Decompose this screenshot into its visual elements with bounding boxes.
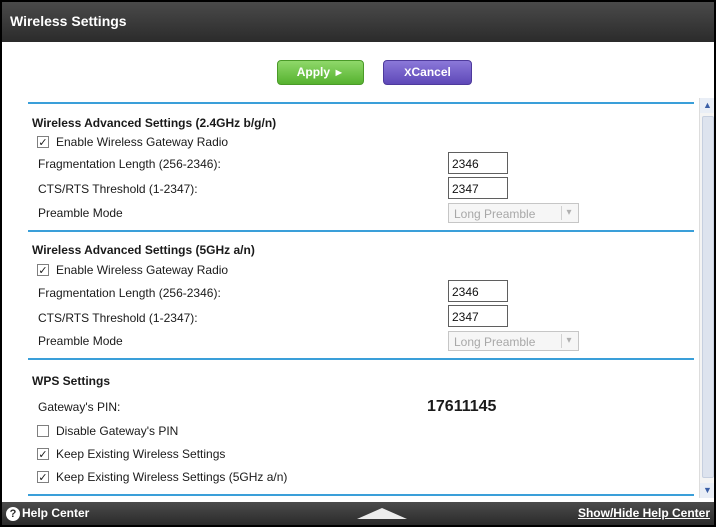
disable-pin-checkbox[interactable]: [37, 425, 49, 437]
cts-threshold-input-2g[interactable]: 2347: [448, 177, 508, 199]
gateway-pin-label: Gateway's PIN:: [38, 400, 121, 414]
cancel-button[interactable]: XCancel: [383, 60, 472, 85]
apply-button[interactable]: Apply ►: [277, 60, 364, 85]
frag-length-input-2g[interactable]: 2346: [448, 152, 508, 174]
section-title-wps: WPS Settings: [32, 374, 111, 388]
cts-threshold-label-2g: CTS/RTS Threshold (1-2347):: [38, 182, 198, 196]
show-hide-help-center-link[interactable]: Show/Hide Help Center: [578, 506, 710, 520]
help-center-link[interactable]: ? Help Center: [6, 506, 89, 521]
vertical-scrollbar[interactable]: ▲ ▼: [699, 98, 714, 498]
frag-length-label-2g: Fragmentation Length (256-2346):: [38, 157, 221, 171]
enable-radio-label-2g: Enable Wireless Gateway Radio: [56, 135, 229, 149]
enable-radio-checkbox-2g[interactable]: ✓: [37, 136, 49, 149]
section-divider: [28, 230, 694, 232]
keep-existing-checkbox[interactable]: ✓: [37, 448, 49, 461]
title-bar: Wireless Settings: [2, 2, 714, 42]
preamble-select-5g[interactable]: Long Preamble ▾: [448, 331, 579, 351]
keep-existing-5g-checkbox[interactable]: ✓: [37, 471, 49, 484]
frag-length-input-5g[interactable]: 2346: [448, 280, 508, 302]
page-title: Wireless Settings: [10, 13, 127, 29]
preamble-label-2g: Preamble Mode: [38, 206, 123, 220]
help-circle-icon: ?: [6, 507, 20, 521]
wireless-settings-window: Wireless Settings Apply ► XCancel Wirele…: [0, 0, 716, 527]
cts-threshold-input-5g[interactable]: 2347: [448, 305, 508, 327]
keep-existing-5g-label: Keep Existing Wireless Settings (5GHz a/…: [56, 470, 288, 484]
scroll-down-icon[interactable]: ▼: [700, 483, 714, 498]
preamble-label-5g: Preamble Mode: [38, 334, 123, 348]
enable-radio-checkbox-5g[interactable]: ✓: [37, 264, 49, 277]
chevron-down-icon: ▾: [561, 206, 576, 220]
action-bar: Apply ► XCancel: [2, 50, 714, 90]
section-divider: [28, 102, 694, 104]
cts-threshold-label-5g: CTS/RTS Threshold (1-2347):: [38, 311, 198, 325]
section-divider: [28, 494, 694, 496]
keep-existing-label: Keep Existing Wireless Settings: [56, 447, 226, 461]
scroll-up-icon[interactable]: ▲: [700, 98, 714, 113]
chevron-down-icon: ▾: [561, 334, 576, 348]
settings-panel: Wireless Advanced Settings (2.4GHz b/g/n…: [2, 98, 698, 498]
section-title-2g: Wireless Advanced Settings (2.4GHz b/g/n…: [32, 116, 277, 130]
preamble-select-2g[interactable]: Long Preamble ▾: [448, 203, 579, 223]
section-divider: [28, 358, 694, 360]
collapse-triangle-icon[interactable]: [357, 508, 407, 519]
section-title-5g: Wireless Advanced Settings (5GHz a/n): [32, 243, 255, 257]
gateway-pin-value: 17611145: [427, 398, 497, 415]
disable-pin-label: Disable Gateway's PIN: [56, 424, 179, 438]
arrow-right-icon: ►: [333, 67, 345, 79]
help-bar: ? Help Center Show/Hide Help Center: [2, 502, 714, 525]
frag-length-label-5g: Fragmentation Length (256-2346):: [38, 286, 221, 300]
enable-radio-label-5g: Enable Wireless Gateway Radio: [56, 263, 229, 277]
scroll-thumb[interactable]: [702, 116, 714, 478]
